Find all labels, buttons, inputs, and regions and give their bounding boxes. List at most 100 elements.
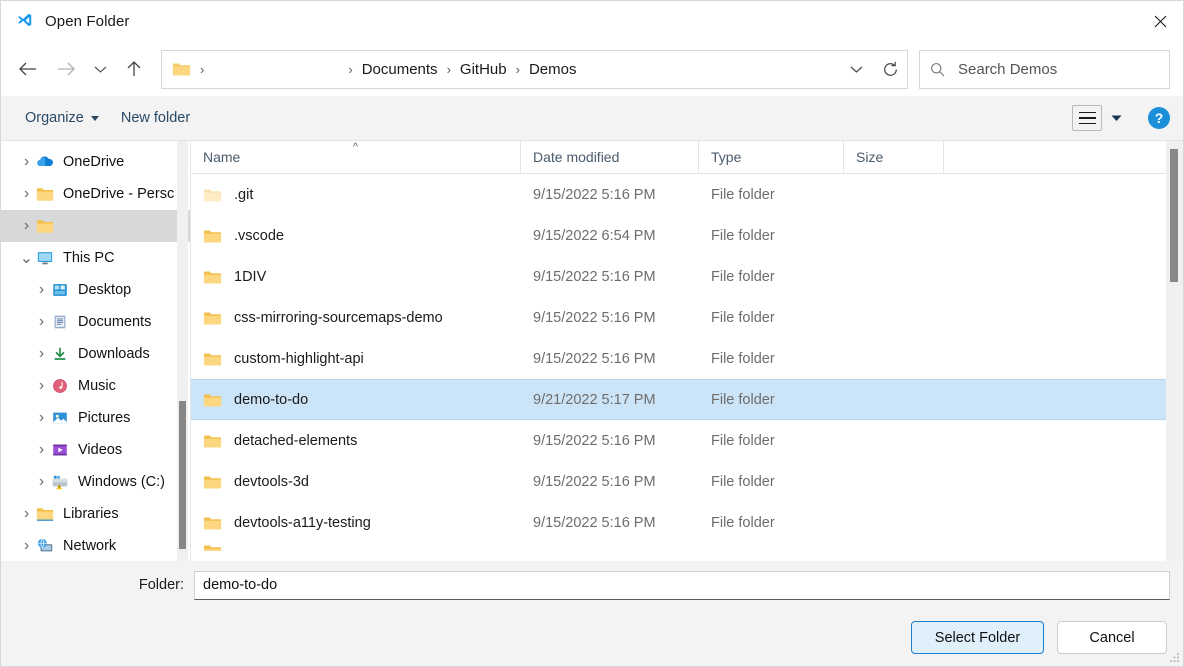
expand-chevron-icon[interactable]: › (32, 313, 51, 331)
recent-locations-button[interactable] (85, 50, 115, 88)
command-toolbar: Organize New folder ? (1, 96, 1183, 141)
sidebar-scrollbar-thumb[interactable] (179, 401, 186, 549)
breadcrumb-item-demos[interactable]: Demos (527, 58, 579, 81)
expand-chevron-icon[interactable]: › (17, 153, 36, 171)
up-button[interactable] (115, 50, 153, 88)
sidebar-item-videos[interactable]: › Videos (1, 434, 190, 466)
file-name-label: demo-to-do (234, 392, 308, 408)
file-name-cell: demo-to-do (191, 392, 521, 408)
column-header-type[interactable]: Type (699, 141, 844, 174)
sidebar-item-onedrive-personal[interactable]: › OneDrive - Persc (1, 178, 190, 210)
file-name-label: detached-elements (234, 433, 357, 449)
list-view-icon-line (1079, 117, 1096, 119)
forward-button[interactable] (47, 50, 85, 88)
address-dropdown-button[interactable] (839, 51, 873, 88)
type-cell: File folder (699, 433, 844, 449)
table-row[interactable]: 1DIV 9/15/2022 5:16 PM File folder (191, 256, 1183, 297)
organize-label: Organize (25, 110, 84, 126)
column-header-size[interactable]: Size (844, 141, 944, 174)
column-header-name[interactable]: ^ Name (191, 141, 521, 174)
sidebar-item-downloads[interactable]: › Downloads (1, 338, 190, 370)
expand-chevron-icon[interactable]: › (32, 377, 51, 395)
refresh-button[interactable] (873, 51, 907, 88)
folder-name-input[interactable]: demo-to-do (194, 571, 1170, 600)
sidebar-item-label: OneDrive - Persc (63, 186, 174, 202)
file-name-label: devtools-a11y-testing (234, 515, 371, 531)
sidebar-item-windows-c[interactable]: › Windows (C:) (1, 466, 190, 498)
change-view-button[interactable] (1072, 105, 1102, 131)
organize-menu-button[interactable]: Organize (18, 105, 106, 131)
file-list-scrollbar-thumb[interactable] (1170, 149, 1178, 282)
table-row-partial[interactable] (191, 543, 1183, 551)
folder-icon (36, 217, 54, 235)
new-folder-button[interactable]: New folder (114, 105, 197, 131)
sidebar-item-documents[interactable]: › Documents (1, 306, 190, 338)
folder-label: Folder: (1, 577, 194, 593)
breadcrumb-item-documents[interactable]: Documents (360, 58, 440, 81)
expand-chevron-icon[interactable]: › (32, 441, 51, 459)
breadcrumb-item-0[interactable] (211, 66, 341, 72)
help-button[interactable]: ? (1148, 107, 1170, 129)
file-name-label: css-mirroring-sourcemaps-demo (234, 310, 443, 326)
close-button[interactable] (1137, 1, 1183, 42)
sidebar-item-selected-folder[interactable]: › (1, 210, 190, 242)
type-cell: File folder (699, 187, 844, 203)
column-header-date-modified[interactable]: Date modified (521, 141, 699, 174)
sidebar-scrollbar[interactable] (177, 141, 188, 561)
date-modified-cell: 9/15/2022 5:16 PM (521, 187, 699, 203)
sidebar-item-desktop[interactable]: › Desktop (1, 274, 190, 306)
expand-chevron-icon[interactable]: › (32, 473, 51, 491)
table-row[interactable]: custom-highlight-api 9/15/2022 5:16 PM F… (191, 338, 1183, 379)
folder-icon (203, 187, 222, 203)
collapse-chevron-icon[interactable]: ⌄ (17, 248, 36, 268)
sidebar-item-music[interactable]: › Music (1, 370, 190, 402)
expand-chevron-icon[interactable]: › (17, 537, 36, 555)
expand-chevron-icon[interactable]: › (17, 217, 36, 235)
sidebar-item-this-pc[interactable]: ⌄ This PC (1, 242, 190, 274)
navigation-pane: › OneDrive › OneDrive - Persc › (1, 141, 191, 561)
folder-name-row: Folder: demo-to-do (1, 561, 1183, 609)
cancel-button[interactable]: Cancel (1057, 621, 1167, 654)
file-list-scrollbar[interactable] (1166, 141, 1183, 561)
forward-arrow-icon (56, 61, 76, 77)
search-box[interactable]: Search Demos (919, 50, 1170, 89)
resize-grip-icon[interactable] (1167, 650, 1180, 663)
chevron-down-icon (1111, 115, 1122, 122)
folder-icon (203, 433, 222, 449)
sidebar-item-libraries[interactable]: › Libraries (1, 498, 190, 530)
table-row[interactable]: .vscode 9/15/2022 6:54 PM File folder (191, 215, 1183, 256)
folder-icon (203, 474, 222, 490)
search-icon (930, 62, 945, 77)
folder-icon (203, 515, 222, 531)
breadcrumb[interactable]: › › Documents › GitHub › Demos (161, 50, 908, 89)
sidebar-item-pictures[interactable]: › Pictures (1, 402, 190, 434)
date-modified-cell: 9/15/2022 5:16 PM (521, 269, 699, 285)
expand-chevron-icon[interactable]: › (32, 345, 51, 363)
up-arrow-icon (125, 60, 143, 78)
dialog-buttons: Select Folder Cancel (1, 609, 1183, 666)
table-row-selected[interactable]: demo-to-do 9/21/2022 5:17 PM File folder (191, 379, 1183, 420)
table-row[interactable]: devtools-3d 9/15/2022 5:16 PM File folde… (191, 461, 1183, 502)
table-row[interactable]: devtools-a11y-testing 9/15/2022 5:16 PM … (191, 502, 1183, 543)
file-rows: .git 9/15/2022 5:16 PM File folder .vsco… (191, 174, 1183, 561)
date-modified-cell: 9/15/2022 5:16 PM (521, 433, 699, 449)
sidebar-item-network[interactable]: › Network (1, 530, 190, 561)
sidebar-item-onedrive[interactable]: › OneDrive (1, 146, 190, 178)
expand-chevron-icon[interactable]: › (32, 409, 51, 427)
sidebar-item-label: Music (78, 378, 116, 394)
breadcrumb-item-github[interactable]: GitHub (458, 58, 509, 81)
drive-icon (51, 473, 69, 491)
file-name-label: 1DIV (234, 269, 266, 285)
type-cell: File folder (699, 351, 844, 367)
breadcrumb-separator: › (193, 63, 211, 76)
back-button[interactable] (9, 50, 47, 88)
file-name-label: .vscode (234, 228, 284, 244)
table-row[interactable]: .git 9/15/2022 5:16 PM File folder (191, 174, 1183, 215)
select-folder-button[interactable]: Select Folder (911, 621, 1044, 654)
expand-chevron-icon[interactable]: › (32, 281, 51, 299)
table-row[interactable]: detached-elements 9/15/2022 5:16 PM File… (191, 420, 1183, 461)
expand-chevron-icon[interactable]: › (17, 185, 36, 203)
expand-chevron-icon[interactable]: › (17, 505, 36, 523)
view-options-dropdown[interactable] (1104, 105, 1128, 131)
table-row[interactable]: css-mirroring-sourcemaps-demo 9/15/2022 … (191, 297, 1183, 338)
